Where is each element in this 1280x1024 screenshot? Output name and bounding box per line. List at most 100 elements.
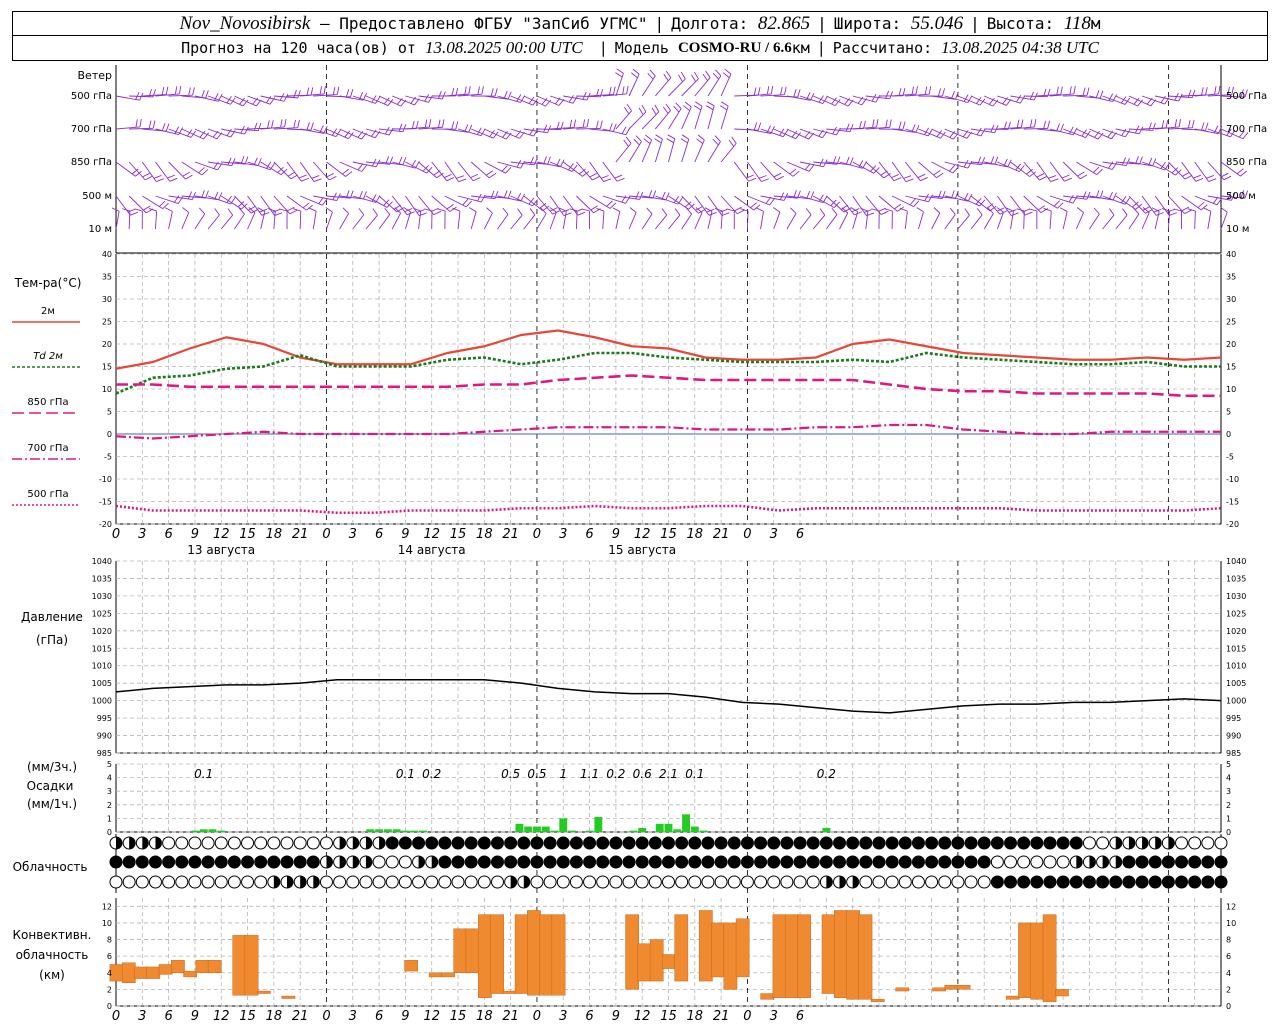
pres-axis-label-left: 1020 xyxy=(92,627,112,636)
cloud-cover-symbol xyxy=(1017,836,1031,850)
hour-label: 6 xyxy=(375,527,383,542)
wind-barb-shaft xyxy=(1049,211,1052,230)
wind-barb-feather xyxy=(632,68,640,75)
wind-barb-feather xyxy=(464,86,467,95)
wind-barb xyxy=(983,207,994,230)
cloud-cover-symbol xyxy=(1188,836,1202,850)
prec-axis-label-left: 4 xyxy=(107,774,112,783)
precip-total: 0.2 xyxy=(606,767,625,781)
wind-barb-feather xyxy=(297,119,300,128)
temp-axis-label-right: 30 xyxy=(1226,295,1236,304)
wind-barb-feather xyxy=(683,105,690,112)
wind-barb-feather xyxy=(976,127,982,136)
cloud-cover-symbol xyxy=(293,875,307,889)
wind-barb-feather xyxy=(582,119,586,128)
cloud-cover-symbol xyxy=(911,855,925,869)
wind-barb-feather xyxy=(1069,86,1072,95)
precip-bar xyxy=(655,823,664,832)
wind-barb-shaft xyxy=(1102,214,1115,230)
cloud-circle xyxy=(490,875,504,889)
wind-barb-feather xyxy=(520,193,526,202)
wind-barb xyxy=(707,69,722,97)
cloud-circle xyxy=(162,836,176,850)
cloud-cover-symbol xyxy=(490,855,504,869)
wind-barb-feather xyxy=(599,120,603,129)
wind-barb xyxy=(523,208,536,230)
cloud-cover-symbol xyxy=(280,875,294,889)
wind-barb-shaft xyxy=(773,211,781,230)
cloud-circle xyxy=(267,836,281,850)
hour-label: 21 xyxy=(713,527,730,542)
conv-axis-label-left: 12 xyxy=(102,902,112,911)
pres-axis-label-right: 1035 xyxy=(1226,574,1246,583)
wind-barb xyxy=(155,195,184,205)
cloud-circle xyxy=(609,855,623,869)
hour-label: 6 xyxy=(164,527,172,542)
wind-barb-feather xyxy=(1182,171,1190,177)
wind-barb xyxy=(615,103,632,130)
cloud-circle xyxy=(780,836,794,850)
cloud-circle xyxy=(754,836,768,850)
wind-barb xyxy=(916,207,924,230)
cloud-cover-symbol xyxy=(267,855,281,869)
temp-series-line xyxy=(115,504,1222,515)
precip-total: 1.1 xyxy=(580,767,599,781)
wind-barb xyxy=(786,161,815,172)
wind-barb-feather xyxy=(1061,174,1070,179)
hour-label: 12 xyxy=(634,1009,651,1024)
precip-bar xyxy=(199,829,208,832)
cloud-half-fill xyxy=(129,837,136,849)
wind-barb xyxy=(444,124,473,133)
wind-barb xyxy=(181,161,209,176)
wind-barb xyxy=(602,161,625,182)
wind-barb-feather xyxy=(681,134,690,140)
cloud-circle xyxy=(254,875,268,889)
cloud-cover-symbol xyxy=(767,875,781,889)
wind-barb xyxy=(931,207,941,230)
cloud-cover-symbol xyxy=(267,875,281,889)
wind-barb xyxy=(181,207,190,230)
conv-axis-label-right: 10 xyxy=(1226,919,1236,928)
temp-axis-label-right: -20 xyxy=(1226,520,1239,529)
wind-barb-feather xyxy=(1016,94,1022,103)
wind-barb-feather xyxy=(592,176,600,181)
cloud-circle xyxy=(872,855,886,869)
cloud-half-fill xyxy=(839,876,846,888)
legend-label: 500 гПа xyxy=(27,489,68,500)
temp-axis-label-right: 40 xyxy=(1226,250,1236,259)
wind-barb xyxy=(589,195,617,209)
cloud-circle xyxy=(583,836,597,850)
temp-axis-label-left: 0 xyxy=(107,430,112,439)
wind-barb-feather xyxy=(342,168,350,175)
wind-barb xyxy=(957,156,986,166)
convective-bar xyxy=(465,928,480,973)
cloud-cover-symbol xyxy=(1214,855,1228,869)
wind-barb-feather xyxy=(797,89,801,98)
wind-barb-shaft xyxy=(615,211,621,230)
wind-barb-feather xyxy=(143,205,151,211)
hour-label: 21 xyxy=(502,1009,519,1024)
cloud-circle xyxy=(569,836,583,850)
wind-barb-feather xyxy=(967,193,973,202)
wind-barb xyxy=(726,208,735,230)
cloud-cover-symbol xyxy=(833,836,847,850)
wind-barb-feather xyxy=(1024,211,1033,216)
wind-barb-feather xyxy=(517,208,523,216)
precip-bar xyxy=(541,826,550,832)
cloud-cover-symbol xyxy=(227,855,241,869)
cloud-circle xyxy=(1004,836,1018,850)
legend-label: 850 гПа xyxy=(27,397,68,408)
cloud-circle xyxy=(1030,875,1044,889)
cloud-half-fill xyxy=(116,837,122,849)
cloud-cover-symbol xyxy=(925,875,939,889)
hour-label: 12 xyxy=(634,527,651,542)
cloud-circle xyxy=(162,875,176,889)
cloud-circle xyxy=(1096,836,1110,850)
cloud-cover-symbol xyxy=(530,836,544,850)
wind-barb-feather xyxy=(502,207,509,215)
cloud-cover-symbol xyxy=(1161,836,1175,850)
precip-bar xyxy=(690,826,699,832)
cloud-circle xyxy=(767,855,781,869)
cloud-circle xyxy=(714,875,728,889)
wind-barb-feather xyxy=(1043,120,1047,129)
